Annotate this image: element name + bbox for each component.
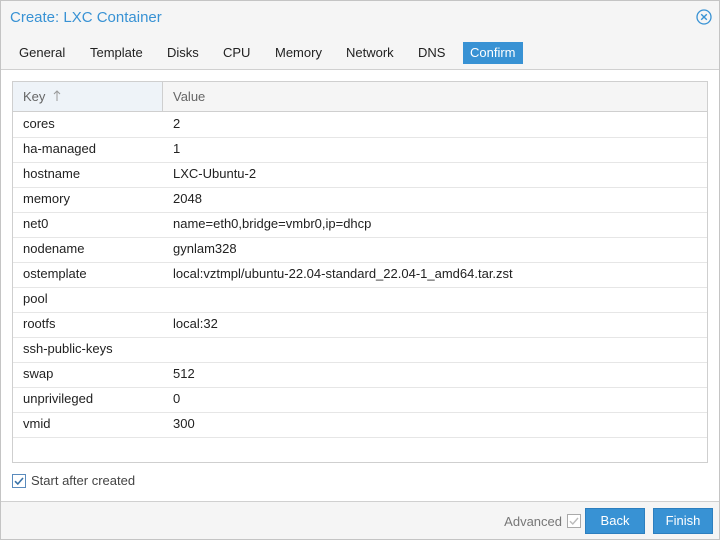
advanced-label: Advanced	[504, 514, 562, 529]
row-value: 2	[173, 116, 181, 131]
row-key: vmid	[23, 416, 51, 431]
table-row[interactable]: swap 512	[13, 362, 707, 388]
row-value: 300	[173, 416, 195, 431]
start-after-created-label: Start after created	[31, 473, 136, 488]
row-value: gynlam328	[173, 241, 237, 256]
row-value: local:vztmpl/ubuntu-22.04-standard_22.04…	[173, 266, 513, 281]
row-key: ha-managed	[23, 141, 96, 156]
table-row[interactable]: nodename gynlam328	[13, 237, 707, 263]
title-bar: Create: LXC Container	[1, 1, 719, 35]
tab-confirm[interactable]: Confirm	[463, 42, 523, 64]
column-header-value[interactable]: Value	[163, 82, 707, 111]
row-key: memory	[23, 191, 70, 206]
grid-header: Key Value	[13, 82, 707, 112]
tab-memory[interactable]: Memory	[275, 42, 322, 64]
row-value: LXC-Ubuntu-2	[173, 166, 257, 181]
tab-template[interactable]: Template	[90, 42, 143, 64]
row-value: 0	[173, 391, 181, 406]
tab-cpu[interactable]: CPU	[223, 42, 250, 64]
row-key: ssh-public-keys	[23, 341, 113, 356]
table-row[interactable]: rootfs local:32	[13, 312, 707, 338]
table-row[interactable]: net0 name=eth0,bridge=vmbr0,ip=dhcp	[13, 212, 707, 238]
table-row[interactable]: ha-managed 1	[13, 137, 707, 163]
advanced-checkbox-icon[interactable]	[567, 514, 581, 528]
summary-grid: Key Value cores 2 ha-managed 1 hostname …	[12, 81, 708, 463]
table-row[interactable]: vmid 300	[13, 412, 707, 438]
checkmark-icon[interactable]	[12, 474, 26, 488]
table-row[interactable]: ssh-public-keys	[13, 337, 707, 363]
row-value: local:32	[173, 316, 218, 331]
tab-disks[interactable]: Disks	[167, 42, 199, 64]
table-row[interactable]: hostname LXC-Ubuntu-2	[13, 162, 707, 188]
row-key: hostname	[23, 166, 81, 181]
sort-up-arrow-icon	[53, 83, 61, 112]
table-row[interactable]: pool	[13, 287, 707, 313]
tab-general[interactable]: General	[19, 42, 65, 64]
tab-network[interactable]: Network	[346, 42, 394, 64]
close-icon[interactable]	[696, 9, 712, 25]
row-key: rootfs	[23, 316, 56, 331]
row-key: unprivileged	[23, 391, 94, 406]
table-row[interactable]: cores 2	[13, 112, 707, 138]
tab-dns[interactable]: DNS	[418, 42, 445, 64]
dialog-window: Create: LXC Container General Template D…	[0, 0, 720, 540]
column-header-key-label: Key	[23, 89, 46, 104]
row-key: ostemplate	[23, 266, 87, 281]
table-row[interactable]: memory 2048	[13, 187, 707, 213]
wizard-tabs: General Template Disks CPU Memory Networ…	[1, 35, 719, 70]
row-value: 512	[173, 366, 195, 381]
row-key: net0	[23, 216, 49, 231]
row-value: name=eth0,bridge=vmbr0,ip=dhcp	[173, 216, 372, 231]
table-row[interactable]: ostemplate local:vztmpl/ubuntu-22.04-sta…	[13, 262, 707, 288]
row-key: swap	[23, 366, 54, 381]
row-key: nodename	[23, 241, 85, 256]
dialog-footer: Advanced Back Finish	[1, 501, 719, 539]
finish-button[interactable]: Finish	[653, 508, 713, 534]
column-header-key[interactable]: Key	[13, 82, 163, 111]
row-value: 2048	[173, 191, 202, 206]
back-button[interactable]: Back	[585, 508, 645, 534]
row-value: 1	[173, 141, 181, 156]
table-row[interactable]: unprivileged 0	[13, 387, 707, 413]
row-key: pool	[23, 291, 48, 306]
confirm-panel: Key Value cores 2 ha-managed 1 hostname …	[1, 70, 719, 502]
dialog-title: Create: LXC Container	[10, 9, 162, 26]
row-key: cores	[23, 116, 55, 131]
